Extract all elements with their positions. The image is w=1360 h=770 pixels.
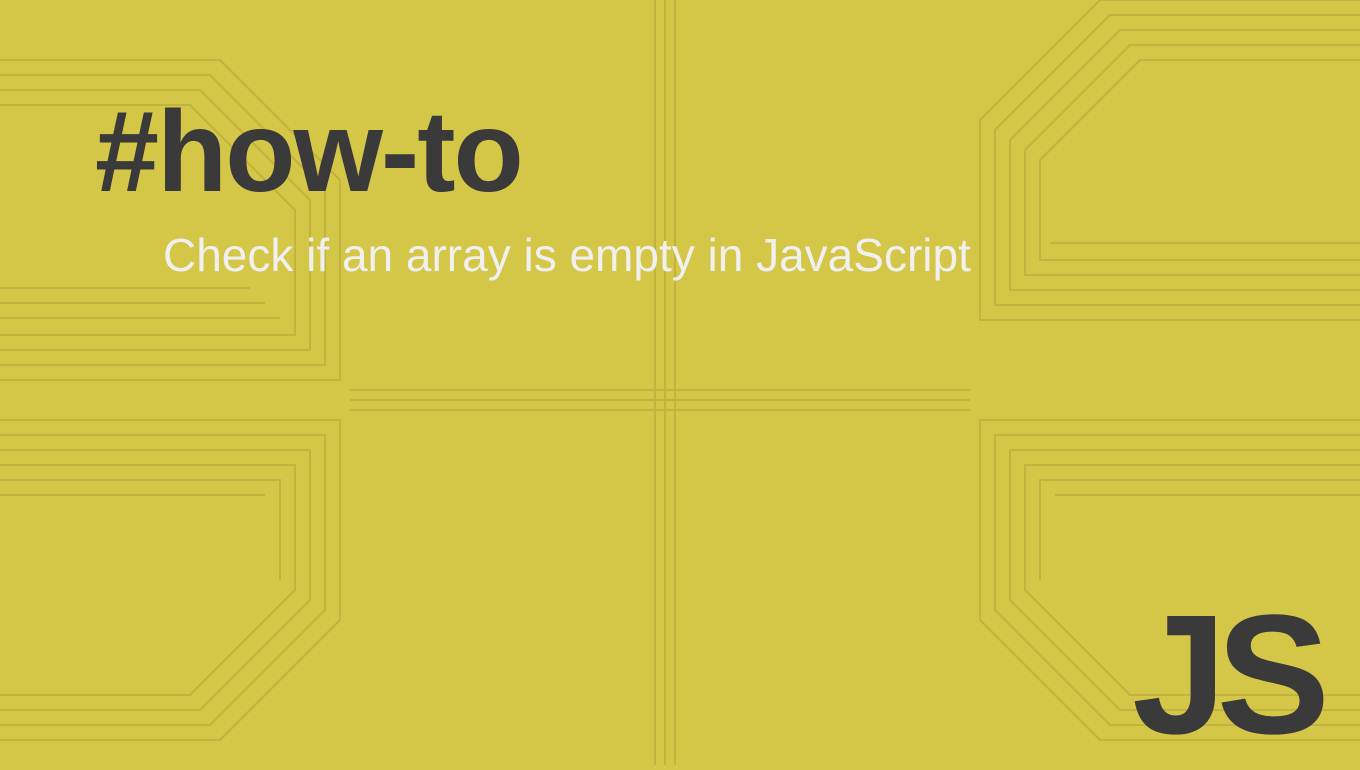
js-logo: JS — [1132, 590, 1320, 760]
page-heading: #how-to — [95, 95, 1360, 210]
page-subtitle: Check if an array is empty in JavaScript — [163, 228, 1360, 282]
